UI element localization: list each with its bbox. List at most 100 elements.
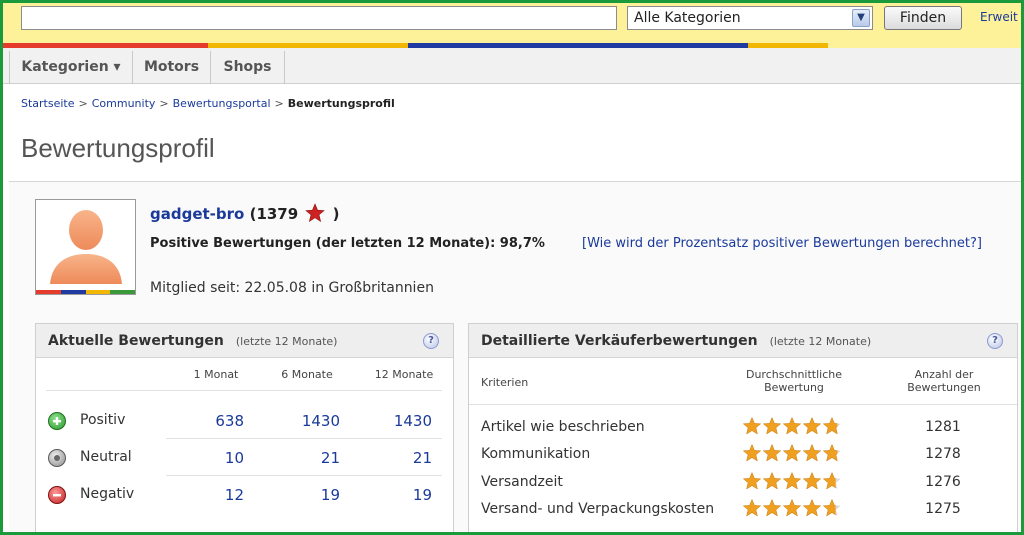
star-icon bbox=[305, 203, 326, 223]
divider bbox=[166, 438, 442, 439]
col-durchschnitt: Durchschnittliche Bewertung bbox=[745, 368, 843, 394]
main-nav: Kategorien ▾ Motors Shops bbox=[3, 48, 1021, 84]
star-icon bbox=[743, 472, 761, 490]
positiv-6-monate[interactable]: 1430 bbox=[280, 412, 340, 430]
criteria-count: 1281 bbox=[925, 419, 961, 435]
criteria-label: Kommunikation bbox=[481, 446, 591, 462]
category-select-value: Alle Kategorien bbox=[634, 10, 741, 26]
negativ-12-monate[interactable]: 19 bbox=[372, 486, 432, 504]
breadcrumb-community[interactable]: Community bbox=[92, 97, 156, 110]
help-icon[interactable]: ? bbox=[423, 333, 439, 349]
criteria-count: 1278 bbox=[925, 446, 961, 462]
star-icon bbox=[743, 444, 761, 462]
category-select[interactable]: Alle Kategorien ▼ bbox=[627, 6, 873, 30]
star-icon bbox=[803, 417, 821, 435]
row-label-positiv: Positiv bbox=[80, 412, 126, 428]
member-since: Mitglied seit: 22.05.08 in Großbritannie… bbox=[150, 280, 434, 296]
seller-ratings-box: Detaillierte Verkäuferbewertungen (letzte… bbox=[468, 323, 1018, 532]
star-rating bbox=[743, 417, 841, 435]
neutral-circle-icon bbox=[48, 449, 66, 467]
star-rating bbox=[743, 472, 841, 490]
seller-ratings-title-text: Detaillierte Verkäuferbewertungen bbox=[481, 333, 758, 349]
negativ-1-monat[interactable]: 12 bbox=[184, 486, 244, 504]
chevron-down-icon: ▼ bbox=[852, 9, 870, 27]
star-icon bbox=[803, 444, 821, 462]
star-rating bbox=[743, 444, 841, 462]
current-ratings-box: Aktuelle Bewertungen (letzte 12 Monate) ?… bbox=[35, 323, 454, 532]
seller-ratings-subtitle: (letzte 12 Monate) bbox=[769, 335, 872, 348]
current-ratings-title: Aktuelle Bewertungen (letzte 12 Monate) bbox=[48, 333, 337, 349]
feedback-score: 1379 bbox=[256, 205, 299, 223]
avatar bbox=[35, 199, 136, 295]
star-icon bbox=[823, 499, 841, 517]
star-icon bbox=[783, 499, 801, 517]
advanced-search-link[interactable]: Erweit bbox=[980, 10, 1018, 24]
search-input[interactable] bbox=[21, 6, 617, 30]
divider bbox=[46, 390, 442, 391]
criteria-label: Versand- und Verpackungskosten bbox=[481, 501, 715, 517]
neutral-6-monate[interactable]: 21 bbox=[280, 449, 340, 467]
divider bbox=[469, 404, 1017, 405]
minus-circle-icon bbox=[48, 486, 66, 504]
col-anzahl: Anzahl der Bewertungen bbox=[907, 368, 981, 394]
tab-kategorien[interactable]: Kategorien ▾ bbox=[9, 51, 133, 84]
seller-ratings-header: Detaillierte Verkäuferbewertungen (letzte… bbox=[469, 324, 1017, 358]
star-icon bbox=[823, 417, 841, 435]
tab-shops[interactable]: Shops bbox=[211, 51, 285, 84]
star-icon bbox=[823, 444, 841, 462]
row-label-neutral: Neutral bbox=[80, 449, 132, 465]
positiv-12-monate[interactable]: 1430 bbox=[372, 412, 432, 430]
col-kriterien: Kriterien bbox=[481, 376, 529, 389]
page-title: Bewertungsprofil bbox=[21, 133, 215, 163]
tab-motors[interactable]: Motors bbox=[133, 51, 211, 84]
star-icon bbox=[783, 472, 801, 490]
positive-rating-text: Positive Bewertungen (der letzten 12 Mon… bbox=[150, 236, 545, 251]
star-icon bbox=[743, 499, 761, 517]
star-icon bbox=[763, 417, 781, 435]
breadcrumb-separator: > bbox=[274, 97, 284, 110]
percent-info-link[interactable]: [Wie wird der Prozentsatz positiver Bewe… bbox=[582, 236, 982, 251]
star-icon bbox=[823, 472, 841, 490]
username-link[interactable]: gadget-bro bbox=[150, 205, 244, 223]
breadcrumb-separator: > bbox=[78, 97, 88, 110]
page-frame: Alle Kategorien ▼ Finden Erweit Kategori… bbox=[0, 0, 1024, 535]
star-icon bbox=[783, 444, 801, 462]
criteria-label: Artikel wie beschrieben bbox=[481, 419, 645, 435]
breadcrumb-bewertungsportal[interactable]: Bewertungsportal bbox=[173, 97, 271, 110]
person-silhouette-icon bbox=[50, 210, 122, 284]
help-icon[interactable]: ? bbox=[987, 333, 1003, 349]
star-icon bbox=[763, 499, 781, 517]
breadcrumb-separator: > bbox=[159, 97, 169, 110]
star-rating bbox=[743, 499, 841, 517]
find-button[interactable]: Finden bbox=[884, 6, 962, 30]
criteria-count: 1276 bbox=[925, 474, 961, 490]
star-icon bbox=[803, 499, 821, 517]
current-ratings-title-text: Aktuelle Bewertungen bbox=[48, 333, 224, 349]
plus-circle-icon bbox=[48, 412, 66, 430]
username-line: gadget-bro (1379 ) bbox=[150, 203, 340, 223]
star-icon bbox=[763, 444, 781, 462]
current-ratings-subtitle: (letzte 12 Monate) bbox=[235, 335, 338, 348]
col-12-monate: 12 Monate bbox=[374, 368, 434, 381]
search-bar: Alle Kategorien ▼ Finden Erweit bbox=[3, 3, 1021, 43]
star-icon bbox=[803, 472, 821, 490]
criteria-label: Versandzeit bbox=[481, 474, 563, 490]
star-icon bbox=[743, 417, 761, 435]
avatar-color-strip bbox=[36, 290, 135, 294]
breadcrumb-startseite[interactable]: Startseite bbox=[21, 97, 75, 110]
star-icon bbox=[763, 472, 781, 490]
col-6-monate: 6 Monate bbox=[281, 368, 333, 381]
seller-ratings-title: Detaillierte Verkäuferbewertungen (letzte… bbox=[481, 333, 871, 349]
negativ-6-monate[interactable]: 19 bbox=[280, 486, 340, 504]
positiv-1-monat[interactable]: 638 bbox=[184, 412, 244, 430]
breadcrumb: Startseite > Community > Bewertungsportal > Be… bbox=[21, 97, 395, 110]
col-1-monat: 1 Monat bbox=[193, 368, 239, 381]
score-close: ) bbox=[332, 205, 340, 223]
current-ratings-header: Aktuelle Bewertungen (letzte 12 Monate) ? bbox=[36, 324, 453, 358]
neutral-12-monate[interactable]: 21 bbox=[372, 449, 432, 467]
neutral-1-monat[interactable]: 10 bbox=[184, 449, 244, 467]
star-icon bbox=[783, 417, 801, 435]
breadcrumb-current: Bewertungsprofil bbox=[287, 97, 395, 110]
divider bbox=[166, 475, 442, 476]
row-label-negativ: Negativ bbox=[80, 486, 135, 502]
